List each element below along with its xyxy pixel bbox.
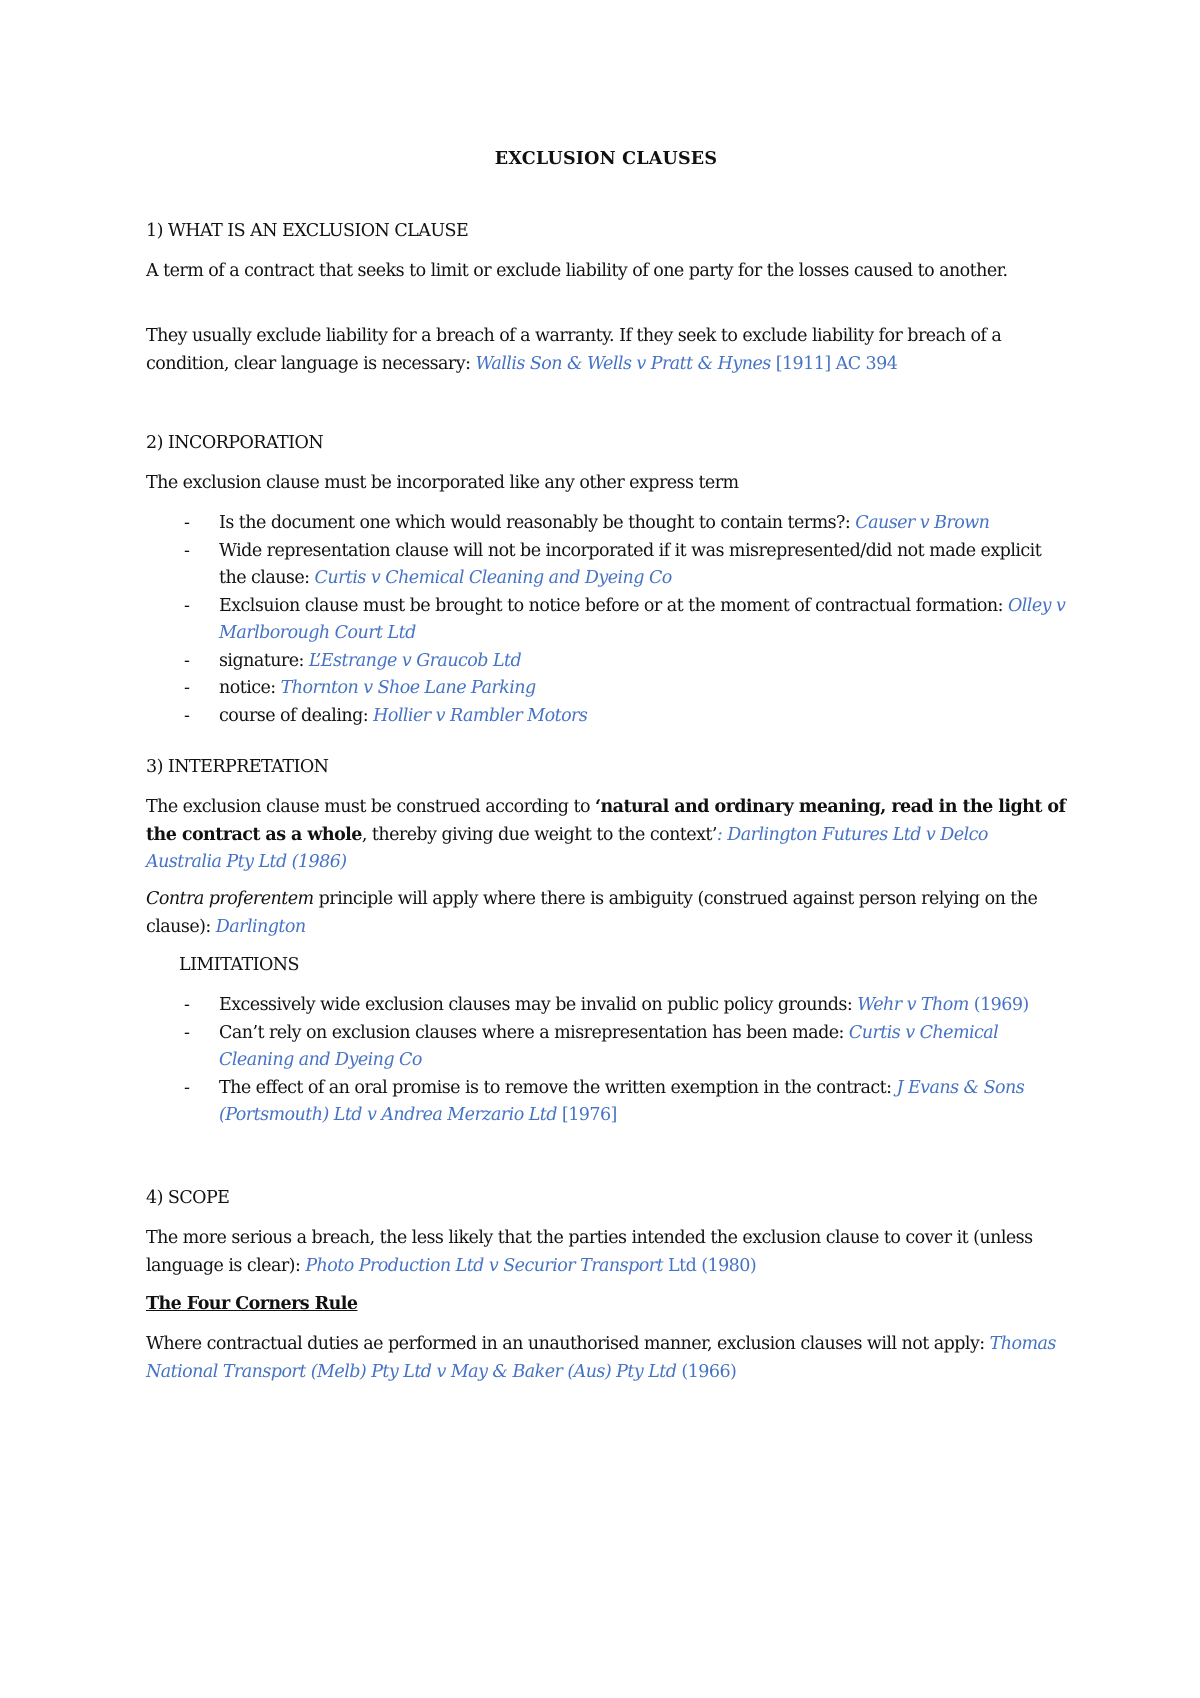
list-item: - The effect of an oral promise is to rem… [146,1075,1066,1130]
case-link[interactable]: Curtis v Chemical Cleaning and Dyeing Co [315,568,673,588]
limitations-heading: LIMITATIONS [179,955,300,975]
paragraph-text-after: , thereby giving due weight to the conte… [361,824,718,845]
list-item: - Exclsuion clause must be brought to not… [146,593,1066,648]
list-item-text: course of dealing: [219,705,374,726]
section-2-heading: 2) INCORPORATION [146,433,324,453]
section-3-contra-proferentem-paragraph: Contra proferentem principle will apply … [146,886,1066,941]
case-citation: [1976] [556,1105,617,1125]
case-citation: Ltd (1980) [663,1255,757,1276]
list-item-text: notice: [219,678,281,698]
list-item: - course of dealing: Hollier v Rambler Mo… [146,703,1066,731]
list-item: - signature: L’Estrange v Graucob Ltd [146,648,1066,676]
section-2-intro: The exclusion clause must be incorporate… [146,473,739,493]
case-citation: (1966) [676,1361,737,1382]
case-link[interactable]: L’Estrange v Graucob Ltd [309,651,522,671]
case-link-photo-production[interactable]: Photo Production Ltd v Securior Transpor… [305,1256,663,1276]
section-4-scope-paragraph: The more serious a breach, the less like… [146,1225,1066,1280]
list-item: - Excessively wide exclusion clauses may … [146,992,1066,1020]
case-link-wallis[interactable]: Wallis Son & Wells v Pratt & Hynes [475,354,771,374]
four-corners-paragraph: Where contractual duties ae performed in… [146,1331,1066,1386]
list-item: - Wide representation clause will not be … [146,538,1066,593]
four-corners-subheading: The Four Corners Rule [146,1294,358,1314]
dash-bullet-icon: - [184,540,190,561]
list-item-text: Is the document one which would reasonab… [219,513,856,533]
list-item: - notice: Thornton v Shoe Lane Parking [146,675,1066,703]
section-1-heading: 1) WHAT IS AN EXCLUSION CLAUSE [146,221,469,241]
limitations-list: - Excessively wide exclusion clauses may … [146,992,1066,1130]
paragraph-text: Where contractual duties ae performed in… [146,1334,990,1354]
case-link-darlington[interactable]: Darlington [216,917,306,937]
list-item-text: Can’t rely on exclusion clauses where a … [219,1022,849,1043]
list-item-text: signature: [219,650,309,671]
section-3-construction-paragraph: The exclusion clause must be construed a… [146,794,1066,877]
section-1-warranty-paragraph: They usually exclude liability for a bre… [146,323,1066,378]
section-3-heading: 3) INTERPRETATION [146,757,329,777]
list-item: - Is the document one which would reasona… [146,510,1066,538]
dash-bullet-icon: - [184,995,190,1015]
latin-term: Contra proferentem [146,889,314,909]
dash-bullet-icon: - [184,513,190,533]
case-link[interactable]: Thornton v Shoe Lane Parking [281,678,537,698]
case-link[interactable]: Hollier v Rambler Motors [373,706,588,726]
dash-bullet-icon: - [184,705,190,726]
paragraph-text: The exclusion clause must be construed a… [146,797,595,817]
list-item-text: Excessively wide exclusion clauses may b… [219,995,858,1015]
section-4-heading: 4) SCOPE [146,1188,230,1208]
dash-bullet-icon: - [184,595,190,616]
section-1-definition: A term of a contract that seeks to limit… [146,261,1008,281]
dash-bullet-icon: - [184,650,190,671]
case-citation: (1969) [968,995,1029,1015]
list-item-text: Exclsuion clause must be brought to noti… [219,595,1008,616]
dash-bullet-icon: - [184,678,190,698]
dash-bullet-icon: - [184,1022,190,1043]
case-link[interactable]: Wehr v Thom [857,995,969,1015]
list-item-text: The effect of an oral promise is to remo… [219,1077,897,1098]
list-item: - Can’t rely on exclusion clauses where a… [146,1020,1066,1075]
case-link[interactable]: Causer v Brown [855,513,990,533]
dash-bullet-icon: - [184,1077,190,1098]
document-title: EXCLUSION CLAUSES [494,149,718,169]
case-citation: [1911] AC 394 [770,353,898,374]
incorporation-list: - Is the document one which would reasona… [146,510,1066,730]
